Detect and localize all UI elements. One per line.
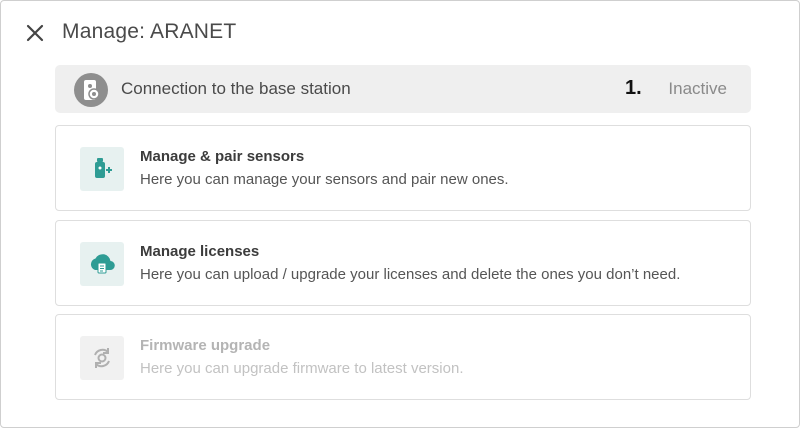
manage-licenses-card[interactable]: Manage licenses Here you can upload / up… bbox=[55, 220, 751, 306]
sensor-pair-icon bbox=[80, 147, 124, 191]
dialog-title: Manage: ARANET bbox=[62, 20, 237, 43]
manage-sensors-card[interactable]: Manage & pair sensors Here you can manag… bbox=[55, 125, 751, 211]
connection-label: Connection to the base station bbox=[121, 79, 351, 98]
firmware-upgrade-card: Firmware upgrade Here you can upgrade fi… bbox=[55, 314, 751, 400]
card-title: Manage & pair sensors bbox=[140, 148, 305, 165]
card-title: Manage licenses bbox=[140, 243, 260, 260]
card-title: Firmware upgrade bbox=[140, 337, 271, 354]
firmware-upgrade-icon bbox=[80, 336, 124, 380]
cloud-license-icon bbox=[80, 242, 124, 286]
step-number-1: 1. bbox=[625, 77, 642, 99]
card-description: Here you can upgrade firmware to latest … bbox=[140, 360, 464, 377]
connection-status-bar: Connection to the base station Inactive bbox=[55, 65, 751, 113]
card-description: Here you can manage your sensors and pai… bbox=[140, 171, 509, 188]
manage-dialog: Manage: ARANET Connection to the base st… bbox=[0, 0, 800, 428]
connection-status: Inactive bbox=[668, 79, 727, 98]
card-description: Here you can upload / upgrade your licen… bbox=[140, 266, 681, 283]
base-station-icon bbox=[74, 73, 108, 107]
close-button[interactable] bbox=[25, 23, 45, 43]
close-icon[interactable] bbox=[25, 23, 45, 43]
